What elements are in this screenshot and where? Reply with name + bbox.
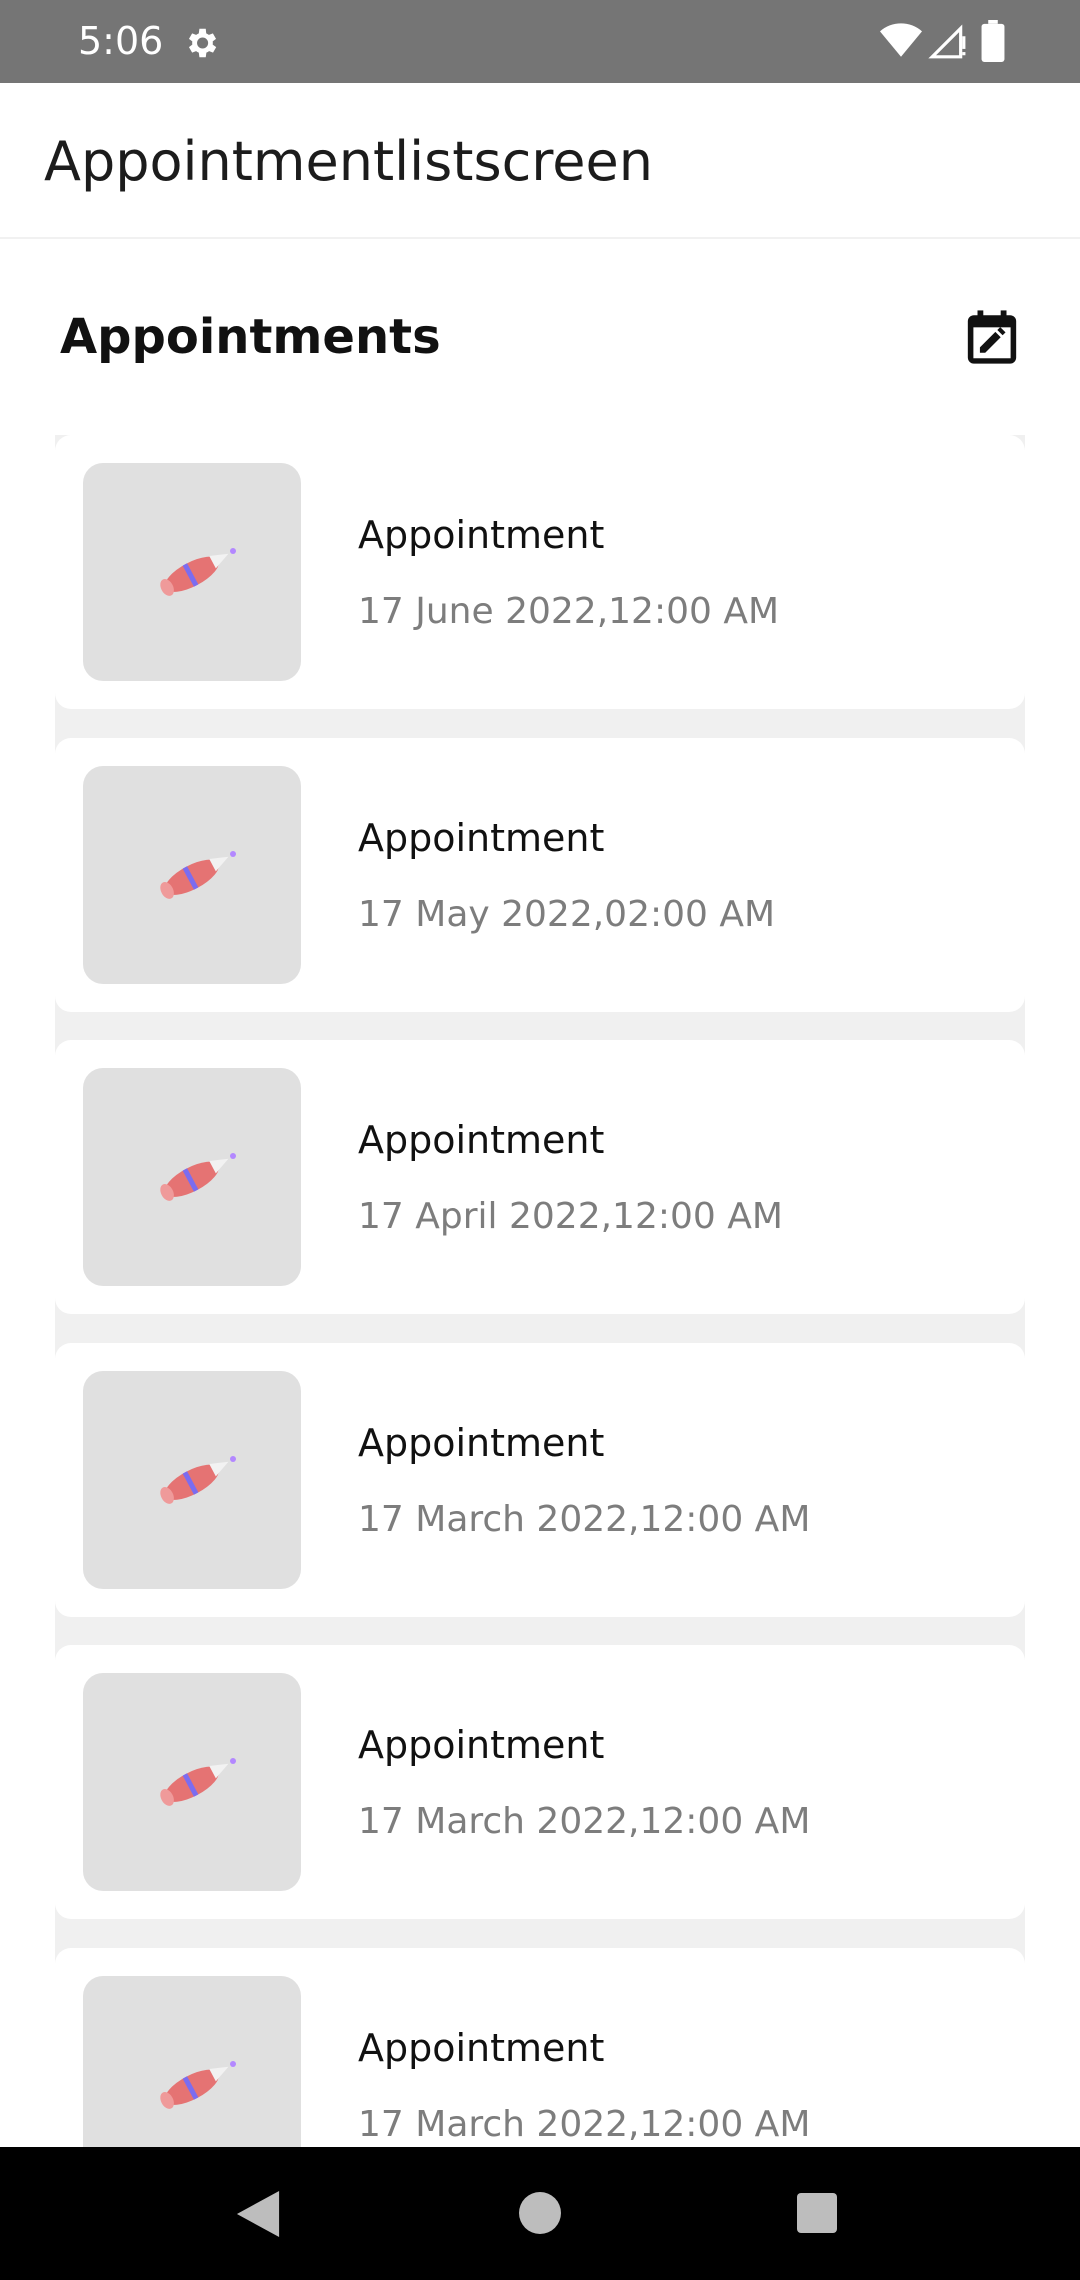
appointment-thumbnail <box>83 1976 301 2147</box>
recents-icon[interactable] <box>797 2193 837 2233</box>
back-icon[interactable] <box>236 2191 280 2237</box>
status-time: 5:06 <box>78 19 164 63</box>
appointment-date: 17 March 2022,12:00 AM <box>358 1801 811 1842</box>
appointment-card[interactable]: Appointment 17 June 2022,12:00 AM <box>55 435 1025 709</box>
appointment-thumbnail <box>83 1371 301 1589</box>
rocket-icon <box>160 2061 236 2109</box>
gear-icon <box>188 28 217 58</box>
app-bar: Appointmentlistscreen <box>0 83 1080 239</box>
appointment-date: 17 June 2022,12:00 AM <box>358 591 780 632</box>
appointment-card[interactable]: Appointment 17 April 2022,12:00 AM <box>55 1040 1025 1314</box>
rocket-icon <box>160 851 236 899</box>
rocket-icon <box>160 1153 236 1201</box>
appointment-date: 17 May 2022,02:00 AM <box>358 894 776 935</box>
appointment-thumbnail <box>83 1068 301 1286</box>
signal-icon <box>928 24 966 59</box>
rocket-icon <box>160 1758 236 1806</box>
appointment-thumbnail <box>83 766 301 984</box>
appointment-card[interactable]: Appointment 17 March 2022,12:00 AM <box>55 1948 1025 2147</box>
home-icon[interactable] <box>519 2192 561 2234</box>
appointment-date: 17 March 2022,12:00 AM <box>358 1499 811 1540</box>
appointment-title: Appointment <box>358 513 605 557</box>
appointment-card[interactable]: Appointment 17 May 2022,02:00 AM <box>55 738 1025 1012</box>
appointment-title: Appointment <box>358 816 605 860</box>
rocket-icon <box>160 1456 236 1504</box>
wifi-icon <box>880 23 922 57</box>
status-bar: 5:06 <box>0 0 1080 83</box>
appointment-card[interactable]: Appointment 17 March 2022,12:00 AM <box>55 1645 1025 1919</box>
appointment-date: 17 March 2022,12:00 AM <box>358 2104 811 2145</box>
appointment-card[interactable]: Appointment 17 March 2022,12:00 AM <box>55 1343 1025 1617</box>
rocket-icon <box>160 548 236 596</box>
appointment-title: Appointment <box>358 1723 605 1767</box>
appointment-title: Appointment <box>358 1118 605 1162</box>
app-title: Appointmentlistscreen <box>44 130 653 193</box>
appointment-thumbnail <box>83 1673 301 1891</box>
appointment-title: Appointment <box>358 1421 605 1465</box>
appointment-date: 17 April 2022,12:00 AM <box>358 1196 783 1237</box>
appointment-list-screen: Appointments Appointment 17 June 2022,12:… <box>0 239 1080 2147</box>
calendar-edit-icon[interactable] <box>963 307 1021 367</box>
navigation-bar <box>0 2147 1080 2280</box>
battery-icon <box>981 20 1005 62</box>
section-title: Appointments <box>60 309 441 365</box>
appointment-title: Appointment <box>358 2026 605 2070</box>
appointment-thumbnail <box>83 463 301 681</box>
